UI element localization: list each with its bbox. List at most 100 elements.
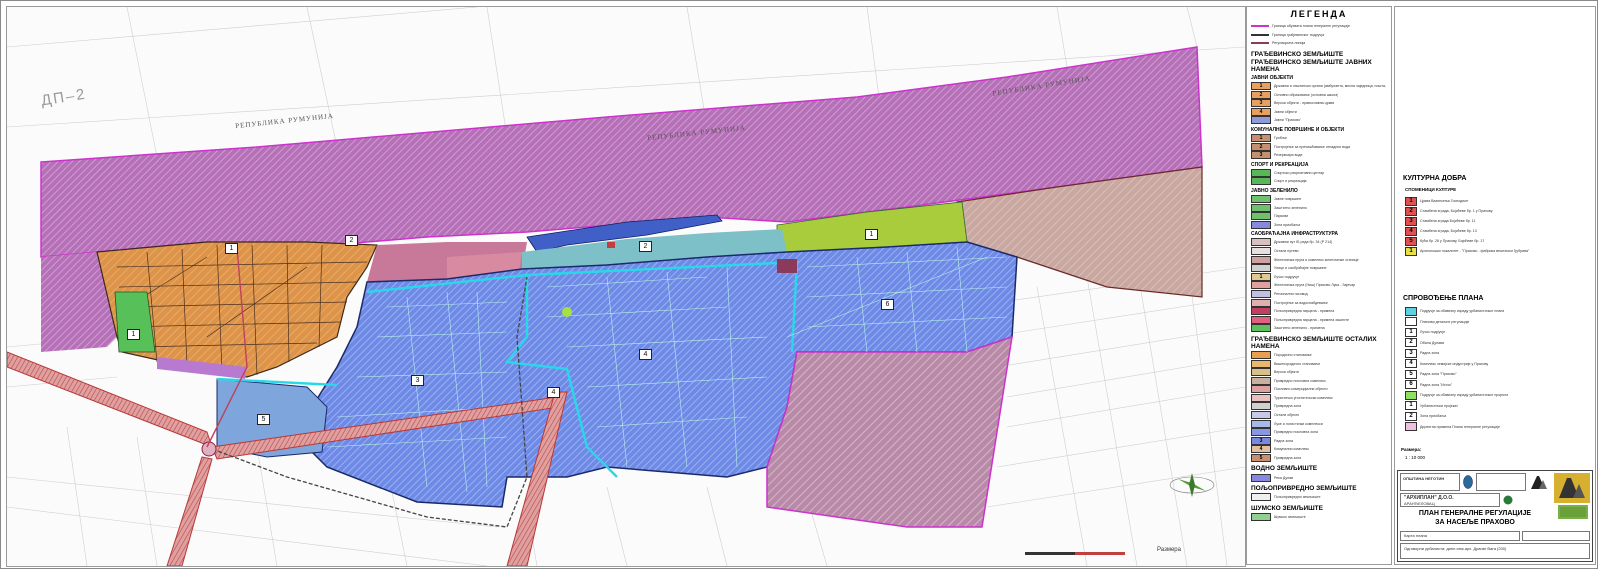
legend-text: Лучко подручје xyxy=(1420,330,1446,334)
legend-item: Вишепородично становање xyxy=(1251,359,1387,368)
legend-item: Луке и логистички комплекси xyxy=(1251,419,1387,428)
legend-text: Регулациона линија xyxy=(1272,41,1306,46)
legend-item: 3 Радна зона xyxy=(1405,348,1439,358)
planner-cell: Одговорни урбаниста: дипл.инж.арх. Драга… xyxy=(1400,543,1590,559)
legend-text: Стамбена зграда Бојићеве бр. 11 xyxy=(1420,219,1476,223)
legend-text: Постројење за водоснабдевање xyxy=(1274,300,1328,305)
legend-swatch: 5 xyxy=(1251,454,1271,463)
legend-text: Верски објекти xyxy=(1274,370,1299,375)
heritage-subtitle: СПОМЕНИЦИ КУЛТУРЕ xyxy=(1405,187,1457,192)
legend-swatch xyxy=(1251,428,1271,437)
legend-swatch: 4 xyxy=(1251,445,1271,454)
legend-section-title: ГРАЂЕВИНСКО ЗЕМЉИШТЕ ЈАВНИХ НАМЕНА xyxy=(1251,58,1372,73)
legend-text: Планови детаљне регулације xyxy=(1420,319,1470,324)
municipality-text: ОПШТИНА НЕГОТИН xyxy=(1403,476,1445,481)
legend-item: 4 Комплекс хемијске индустрије у Прахову xyxy=(1405,359,1488,368)
legend-item: 1 Урбанистички пројекат xyxy=(1405,401,1458,410)
legend-section-title: ГРАЂЕВИНСКО ЗЕМЉИШТЕ ОСТАЛИХ НАМЕНА xyxy=(1251,335,1377,350)
legend-swatch: 3 xyxy=(1405,348,1417,358)
plan-title-line1: ПЛАН ГЕНЕРАЛНЕ РЕГУЛАЦИЈЕ xyxy=(1418,510,1532,517)
legend-swatch xyxy=(1251,512,1271,521)
legend-text: Граница обухвата плана генералне регулац… xyxy=(1272,24,1351,29)
legend-text: Железничка пруга и комплекс железничке с… xyxy=(1274,257,1359,262)
legend-item: 1 Лучко подручје xyxy=(1251,272,1387,281)
legend-item: Верски објекти xyxy=(1251,368,1387,377)
legend-swatch: 2 xyxy=(1405,338,1417,347)
legend-item: 3 Радна зона xyxy=(1251,436,1387,446)
zone-number: 3 xyxy=(411,375,424,386)
sheet-name: Карта плана xyxy=(1404,533,1427,538)
port-building xyxy=(607,242,615,248)
legend-swatch xyxy=(1251,264,1271,273)
legend-swatch: 2 xyxy=(1251,142,1271,151)
legend-swatch xyxy=(1251,473,1271,482)
map-canvas xyxy=(7,7,1245,566)
legend-group: Спортско рекреативни центар Спорт и рекре… xyxy=(1251,168,1387,186)
legend-text: Породично становање xyxy=(1274,352,1312,357)
legend-panel: ЛЕГЕНДА Граница обухвата плана генералне… xyxy=(1246,6,1392,565)
legend-item: Привредно пословна зона xyxy=(1251,428,1387,437)
legend-swatch xyxy=(1405,317,1417,326)
legend-text: Остали путеви xyxy=(1274,248,1299,253)
legend-swatch xyxy=(1251,368,1271,377)
legend-swatch: 1 xyxy=(1405,401,1417,410)
legend-item: Остали објекти xyxy=(1251,411,1387,420)
legend-text: Јавни објекти xyxy=(1274,109,1297,114)
legend-swatch xyxy=(1251,116,1271,125)
legend-text: Пословно комерцијални објекти xyxy=(1274,387,1328,392)
scale-value: 1 : 10 000 xyxy=(1405,455,1426,460)
legend-text: Зона приобаља xyxy=(1274,222,1301,227)
legend-item: 2 Зона приобаља xyxy=(1405,411,1446,421)
legend-item: 4 Јавни објекти xyxy=(1251,107,1387,117)
legend-group: Јавне површине Заштитно зеленило Паркови Зо… xyxy=(1251,195,1387,229)
legend-text: Гробље xyxy=(1274,136,1288,141)
zone-number: 2 xyxy=(345,235,358,246)
legend-text: Црква Вазнесења Господњег xyxy=(1420,199,1469,203)
legend-item: 5 Кућа бр. 26 у Прахову, Бојићеве бр. 17 xyxy=(1405,236,1484,246)
legend-swatch: 3 xyxy=(1405,216,1417,226)
legend-swatch: 1 xyxy=(1405,196,1417,206)
zone-number: 1 xyxy=(225,243,238,254)
legend-item: Спорт и рекреација xyxy=(1251,177,1387,186)
legend-section-title: ВОДНО ЗЕМЉИШТЕ xyxy=(1251,465,1318,473)
legend-item: Граница обухвата плана генералне регулац… xyxy=(1251,22,1387,31)
legend-swatch: 1 xyxy=(1405,327,1417,337)
legend-text: Пољопривредна парцела - примена xyxy=(1274,309,1335,314)
legend-swatch: 4 xyxy=(1405,359,1417,368)
legend-group: Породично становање Вишепородично станова… xyxy=(1251,350,1387,463)
legend-item: 2 Основно образовање (основна школа) xyxy=(1251,90,1387,99)
legend-swatch: 2 xyxy=(1405,206,1417,216)
legend-text: Радна зона "Прахово" xyxy=(1420,372,1457,376)
legend-subtitle: ЈАВНИ ОБЈЕКТИ xyxy=(1251,74,1294,81)
legend-item: Привредна зона xyxy=(1251,402,1387,411)
legend-group: Шумско земљиште xyxy=(1251,512,1387,522)
planner-text: Одговорни урбаниста: дипл.инж.арх. Драга… xyxy=(1404,546,1507,551)
legend-text: Јавне површине xyxy=(1274,197,1302,202)
legend-item: 5 Радна зона "Прахово" xyxy=(1405,369,1457,379)
legend-text: Радна зона xyxy=(1274,438,1293,443)
legend-text: Комунални комплекс xyxy=(1274,447,1310,452)
legend-item: Јавни "Прахово" xyxy=(1251,116,1387,125)
legend-item: Јавне површине xyxy=(1251,195,1387,204)
legend-text: Радна зона "Исток" xyxy=(1420,382,1453,387)
legend-swatch xyxy=(1251,376,1271,385)
legend-text: Луке и логистички комплекси xyxy=(1274,421,1323,426)
legend-swatch: 1 xyxy=(1251,134,1271,143)
legend-item: 4 Стамбена зграда, Бојићеве бр. 13 xyxy=(1405,226,1477,236)
legend-item: Зона приобаља xyxy=(1251,220,1387,230)
legend-swatch xyxy=(1251,220,1271,229)
legend-item: Подручје за обавезну израду урбанистичко… xyxy=(1405,306,1504,316)
legend-swatch xyxy=(1251,255,1271,264)
legend-item: Остали путеви xyxy=(1251,246,1387,256)
zone-number: 2 xyxy=(639,241,652,252)
legend-text: Археолошки локалитет - "Прахово - фабрик… xyxy=(1420,249,1530,253)
legend-subtitle: ЈАВНО ЗЕЛЕНИЛО xyxy=(1251,187,1298,194)
legend-item: 1 Гробље xyxy=(1251,134,1387,143)
map-area[interactable]: ДП–2 РЕПУБЛИКА РУМУНИЈА РЕПУБЛИКА РУМУНИ… xyxy=(6,6,1246,567)
legend-text: Стамбена зграда, Бојићеве бр. 1 у Прахов… xyxy=(1420,209,1493,213)
legend-swatch xyxy=(1251,298,1271,307)
zone-number: 5 xyxy=(257,414,270,425)
legend-item: Пољопривредна парцела - примена заштите xyxy=(1251,315,1387,324)
legend-item: 2 Постројење за пречишћавање отпадних вод… xyxy=(1251,142,1387,151)
logo-small-icon xyxy=(1502,493,1514,507)
